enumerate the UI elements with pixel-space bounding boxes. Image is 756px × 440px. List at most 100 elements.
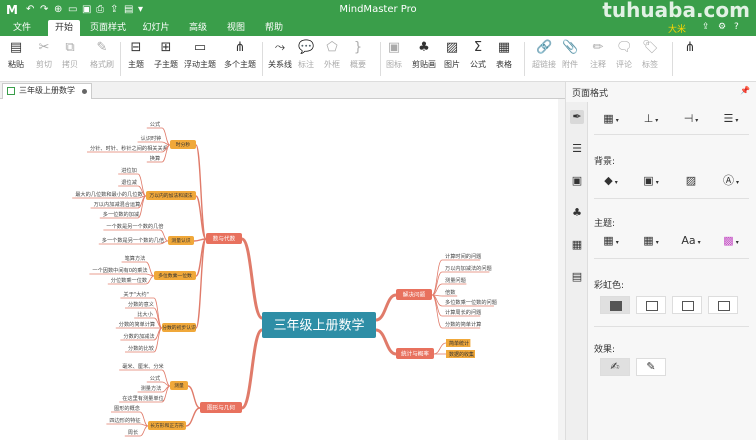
- leaf-topic[interactable]: 公式: [150, 374, 161, 382]
- mindmap-canvas[interactable]: 时分秒 公式 认识时钟 分针、时针、秒针之间的相关关系 换算 万以内的加法和减法 进位加 退位…: [0, 99, 565, 440]
- subtopic-button[interactable]: ⊞ 子主题: [154, 40, 178, 70]
- leaf-topic[interactable]: 分位数乘一位数: [111, 276, 148, 284]
- leaf-topic[interactable]: 分数的简单计算: [119, 320, 155, 328]
- leaf-topic[interactable]: 图形的概念: [114, 404, 140, 412]
- format-painter-button[interactable]: ✎ 格式刷: [90, 40, 114, 70]
- leaf-topic[interactable]: 退位减: [121, 178, 137, 186]
- leaf-topic[interactable]: 一个因数中间有0的乘法: [92, 266, 147, 274]
- leaf-topic[interactable]: 关于"大约": [123, 290, 149, 298]
- leaf-topic[interactable]: 在这里有测量单位: [122, 394, 164, 402]
- attachment-button[interactable]: 📎 附件: [562, 40, 578, 70]
- menu-tab-4[interactable]: 高级: [182, 20, 214, 36]
- remove-background-button[interactable]: ▨: [676, 172, 706, 190]
- leaf-topic[interactable]: 多位数乘一位数的问题: [445, 298, 497, 306]
- tag-button[interactable]: 🏷 标签: [642, 40, 659, 70]
- image-icon[interactable]: ▣: [570, 174, 584, 188]
- icon-button[interactable]: ▣ 图标: [386, 40, 402, 70]
- leaf-topic[interactable]: 分数的比较: [128, 344, 154, 352]
- leaf-topic[interactable]: 分针、时针、秒针之间的相关关系: [90, 144, 168, 152]
- leaf-topic[interactable]: 周长: [128, 428, 139, 436]
- leaf-topic[interactable]: 计算时间的问题: [445, 252, 481, 260]
- font-button[interactable]: Aa ▾: [676, 232, 706, 250]
- user-name[interactable]: 大米: [668, 22, 686, 35]
- rainbow-option-3[interactable]: [672, 296, 702, 314]
- effect-hand-drawn-button[interactable]: ✍: [600, 358, 630, 376]
- calendar-icon[interactable]: ▦: [570, 238, 584, 252]
- leaf-topic[interactable]: 多一个数是另一个数的几倍: [102, 236, 164, 244]
- formula-button[interactable]: Σ 公式: [470, 40, 486, 70]
- leaf-topic[interactable]: 笔算方法: [125, 254, 146, 262]
- leaf-topic[interactable]: 进位加: [121, 166, 137, 174]
- clipart-icon[interactable]: ♣: [570, 206, 584, 220]
- multiple-topics-button[interactable]: ⋔ 多个主题: [224, 40, 256, 70]
- comment-button[interactable]: 🗨 评论: [616, 40, 633, 70]
- connector-button[interactable]: ⊣ ▾: [676, 110, 706, 128]
- leaf-topic[interactable]: 毫米、厘米、分米: [122, 362, 164, 370]
- rainbow-option-2[interactable]: [636, 296, 666, 314]
- tree-layout-button[interactable]: ⊥ ▾: [636, 110, 666, 128]
- leaf-topic[interactable]: 四边形的特征: [109, 416, 140, 424]
- leaf-topic[interactable]: 最大的几位数和最小的几位数: [75, 190, 143, 198]
- paste-button[interactable]: ▤ 粘贴: [8, 40, 24, 70]
- menu-tab-3[interactable]: 幻灯片: [136, 20, 176, 36]
- theme-layout-button[interactable]: ▦ ▾: [636, 232, 666, 250]
- share-icon[interactable]: ⇪: [702, 22, 710, 32]
- leaf-topic[interactable]: 万以内加减混合运算: [94, 200, 141, 208]
- leaf-topic[interactable]: 万以内加减法的问题: [445, 264, 492, 272]
- menu-tab-0[interactable]: 文件: [4, 20, 40, 36]
- rainbow-option-4[interactable]: [708, 296, 738, 314]
- theme-button[interactable]: ▦ ▾: [596, 232, 626, 250]
- cut-button[interactable]: ✂ 剪切: [36, 40, 52, 70]
- leaf-topic: 数据的收集: [449, 351, 474, 358]
- leaf-topic[interactable]: 测量问题: [445, 276, 466, 284]
- list-icon[interactable]: ☰: [570, 142, 584, 156]
- watermark-button[interactable]: Ⓐ ▾: [716, 172, 746, 190]
- copy-button[interactable]: ⧉ 拷贝: [62, 40, 78, 70]
- leaf-topic[interactable]: 多一位数的加减: [103, 210, 140, 218]
- leaf-topic[interactable]: 换算: [150, 154, 160, 162]
- rainbow-option-1[interactable]: [600, 296, 630, 314]
- leaf-topic[interactable]: 分数的加减法: [123, 332, 154, 340]
- leaf-topic[interactable]: 认识时钟: [141, 134, 162, 142]
- boundary-button[interactable]: ⬠ 外框: [324, 40, 340, 70]
- menu-tab-2[interactable]: 页面样式: [84, 20, 132, 36]
- table-button[interactable]: ▦ 表格: [496, 40, 512, 70]
- menu-tab-5[interactable]: 视图: [220, 20, 252, 36]
- tab-document[interactable]: 三年级上册数学: [2, 83, 92, 99]
- callout-button[interactable]: 💬 标注: [298, 40, 314, 70]
- pin-icon[interactable]: 📌: [740, 86, 750, 95]
- leaf-topic[interactable]: 一个数是另一个数的几倍: [106, 222, 163, 230]
- numbering-button[interactable]: ☰ ▾: [716, 110, 746, 128]
- separator: [594, 326, 749, 327]
- vertical-scrollbar[interactable]: [558, 99, 565, 440]
- relationship-button[interactable]: ⤳ 关系线: [268, 40, 292, 70]
- note-button[interactable]: ✏ 注释: [590, 40, 606, 70]
- fill-color-button[interactable]: ◆ ▾: [596, 172, 626, 190]
- page-format-icon[interactable]: ✒: [570, 110, 584, 124]
- background-image-button[interactable]: ▣ ▾: [636, 172, 666, 190]
- help-icon[interactable]: ?: [734, 22, 739, 32]
- layout-style-button[interactable]: ▦ ▾: [596, 110, 626, 128]
- image-button[interactable]: ▨ 图片: [444, 40, 460, 70]
- leaf-topic[interactable]: 计算周长的问题: [445, 308, 481, 316]
- hyperlink-button[interactable]: 🔗 超链接: [532, 40, 556, 70]
- settings-icon[interactable]: ⚙: [718, 22, 726, 32]
- layout-button[interactable]: ⋔: [682, 40, 698, 59]
- effect-sketch-button[interactable]: ✎: [636, 358, 666, 376]
- menu-tab-1[interactable]: 开始: [48, 20, 80, 36]
- close-tab-icon[interactable]: [82, 89, 87, 94]
- leaf-topic[interactable]: 比大小: [137, 310, 153, 318]
- color-scheme-button[interactable]: ▩ ▾: [716, 232, 746, 250]
- leaf-topic[interactable]: 分数的意义: [128, 300, 154, 308]
- presentation-icon[interactable]: ▤: [570, 270, 584, 284]
- leaf-topic[interactable]: 倍数: [445, 288, 456, 296]
- leaf-topic[interactable]: 分数的简单计算: [445, 320, 481, 328]
- leaf-topic[interactable]: 测量方法: [141, 384, 162, 392]
- leaf-topic[interactable]: 公式: [150, 120, 161, 128]
- summary-button[interactable]: } 概要: [350, 40, 366, 70]
- background-label: 背景:: [594, 157, 616, 167]
- floating-topic-button[interactable]: ▭ 浮动主题: [184, 40, 216, 70]
- menu-tab-6[interactable]: 帮助: [258, 20, 290, 36]
- topic-button[interactable]: ⊟ 主题: [128, 40, 144, 70]
- clipart-button[interactable]: ♣ 剪贴画: [412, 40, 436, 70]
